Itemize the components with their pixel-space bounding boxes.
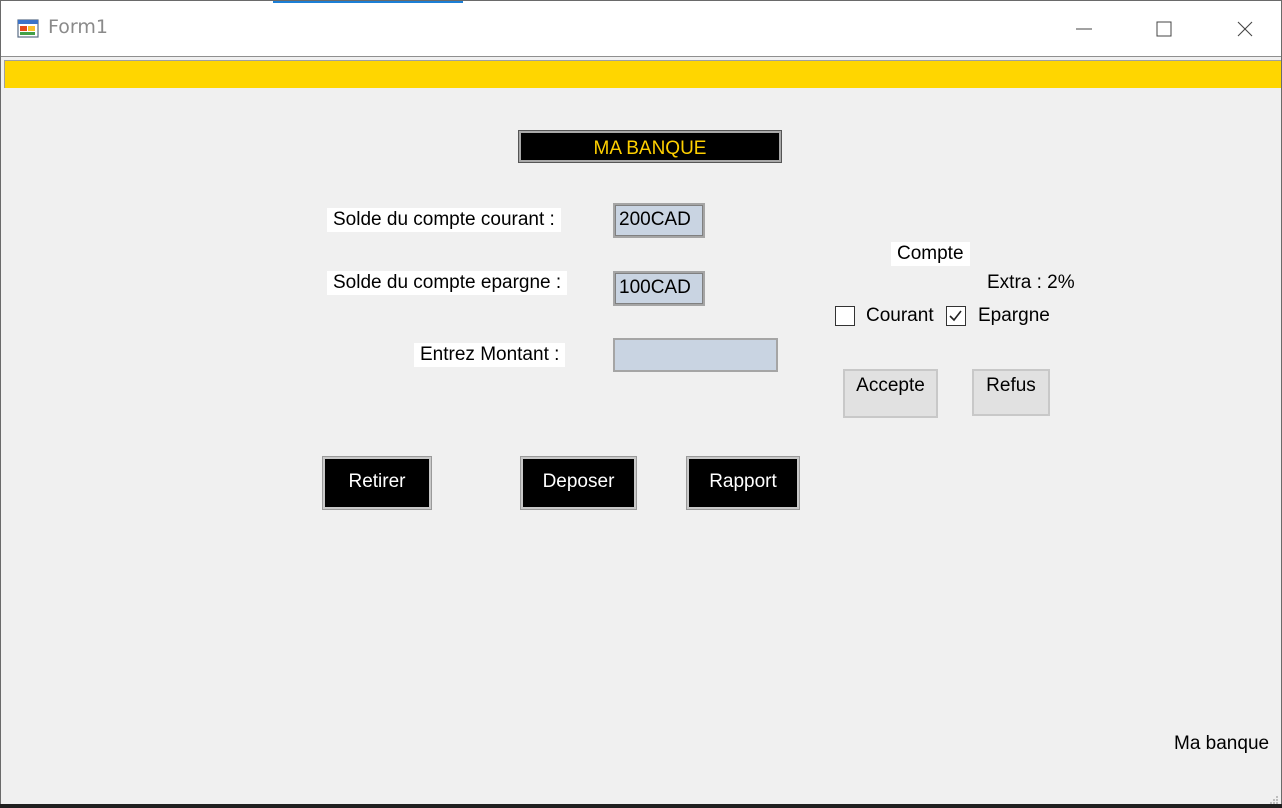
bank-header-label: MA BANQUE xyxy=(593,138,707,159)
extra-rate-text: Extra : 2% xyxy=(987,272,1075,293)
app-window-icon xyxy=(17,17,39,39)
report-button[interactable]: Rapport xyxy=(686,456,800,510)
maximize-icon xyxy=(1156,21,1172,37)
footer-label: Ma banque xyxy=(1174,733,1270,754)
minimize-button[interactable] xyxy=(1061,9,1107,49)
accept-button[interactable]: Accepte xyxy=(843,369,938,418)
bank-header: MA BANQUE xyxy=(518,130,782,163)
courant-checkbox-label[interactable]: Courant xyxy=(866,305,934,327)
refuse-button-label: Refus xyxy=(986,375,1036,396)
taskbar-edge xyxy=(0,804,1282,808)
main-window: Form1 MA BANQUE Solde du compte courant … xyxy=(0,0,1282,808)
close-button[interactable] xyxy=(1222,9,1268,49)
accept-button-label: Accepte xyxy=(856,375,925,396)
maximize-button[interactable] xyxy=(1141,9,1187,49)
deposit-button[interactable]: Deposer xyxy=(520,456,637,510)
yellow-banner-bar xyxy=(4,60,1281,88)
checkmark-icon xyxy=(949,310,962,322)
window-title: Form1 xyxy=(48,16,108,38)
title-bar[interactable]: Form1 xyxy=(1,1,1281,56)
close-icon xyxy=(1237,21,1253,37)
savings-balance-label: Solde du compte epargne : xyxy=(327,271,568,295)
checking-balance-value: 200CAD xyxy=(613,203,705,238)
withdraw-button[interactable]: Retirer xyxy=(322,456,432,510)
menu-strip xyxy=(1,56,1281,91)
amount-input[interactable] xyxy=(613,338,778,372)
savings-balance-value: 100CAD xyxy=(613,271,705,306)
amount-label: Entrez Montant : xyxy=(414,343,566,367)
account-title: Compte xyxy=(891,242,970,266)
epargne-checkbox-label[interactable]: Epargne xyxy=(978,305,1050,327)
deposit-button-label: Deposer xyxy=(542,471,615,492)
epargne-checkbox[interactable] xyxy=(946,306,966,326)
withdraw-button-label: Retirer xyxy=(348,471,406,492)
courant-checkbox[interactable] xyxy=(835,306,855,326)
title-accent-strip xyxy=(273,1,463,3)
report-button-label: Rapport xyxy=(709,471,777,492)
refuse-button[interactable]: Refus xyxy=(972,369,1050,416)
minimize-icon xyxy=(1076,28,1092,30)
checking-balance-label: Solde du compte courant : xyxy=(327,208,561,232)
